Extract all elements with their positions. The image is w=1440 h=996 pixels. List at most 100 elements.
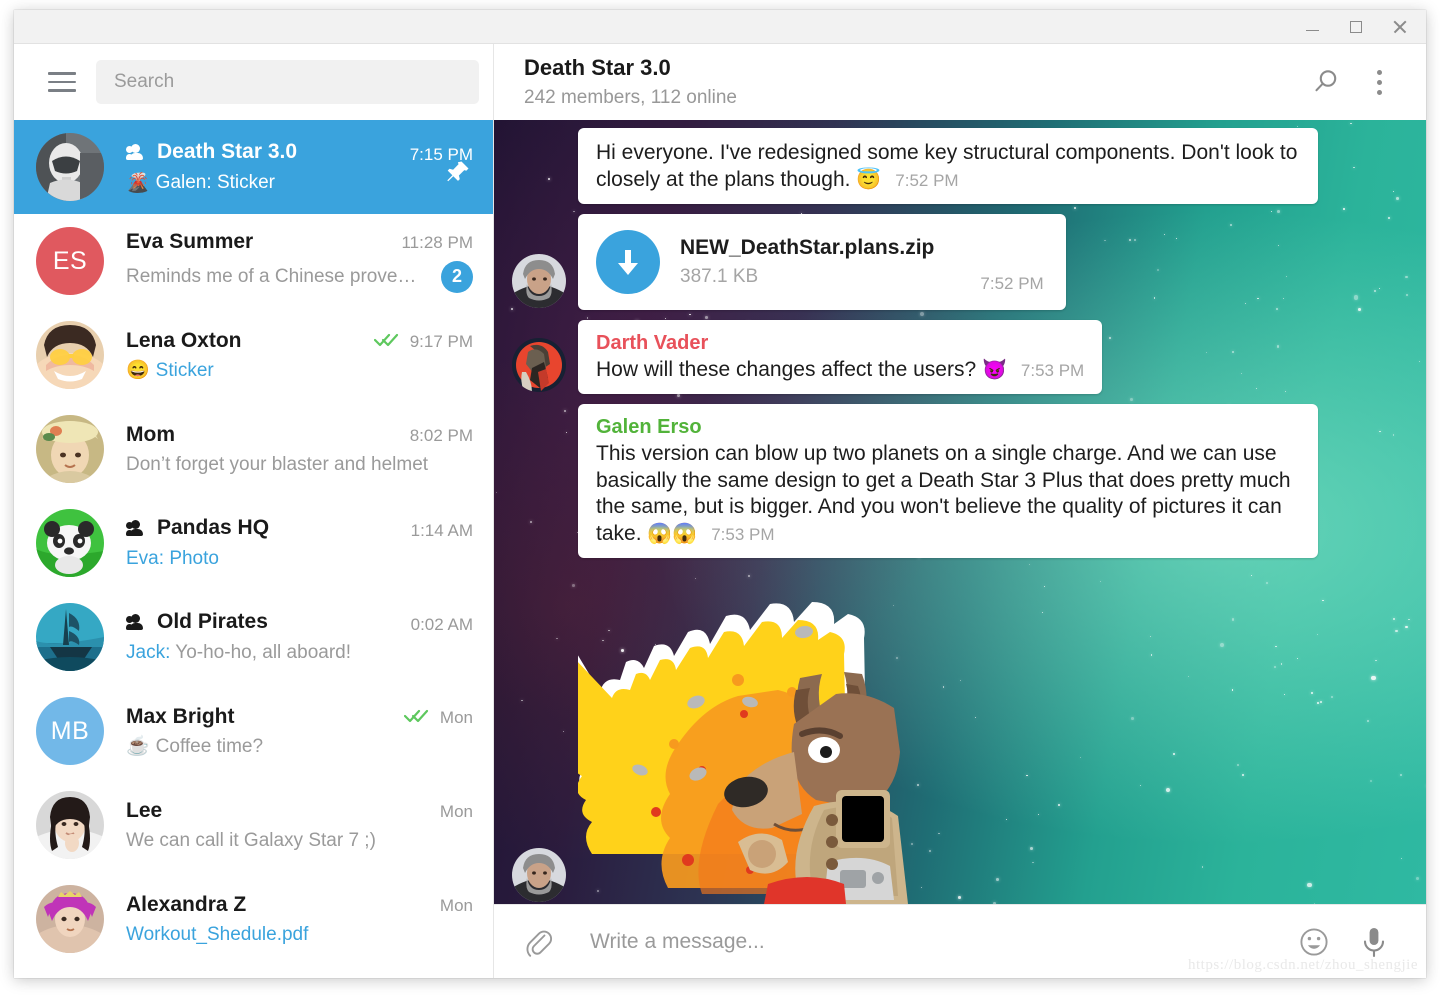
chat-item-content: Max Bright Mon ☕Coffee time? xyxy=(126,705,473,758)
chat-item-preview: We can call it Galaxy Star 7 ;) xyxy=(126,830,473,852)
more-vertical-icon xyxy=(1377,70,1382,95)
chat-list-item[interactable]: Alexandra Z Mon Workout_Shedule.pdf xyxy=(14,872,493,966)
chat-item-preview: Sticker xyxy=(156,360,473,382)
chat-item-name: Alexandra Z xyxy=(126,893,432,917)
message-list: Hi everyone. I've redesigned some key st… xyxy=(494,120,1426,904)
unread-badge: 2 xyxy=(441,261,473,293)
message-row: Hi everyone. I've redesigned some key st… xyxy=(512,128,1400,204)
emoji-button[interactable] xyxy=(1288,916,1340,968)
chat-item-name: Eva Summer xyxy=(126,230,393,254)
chat-item-topline: Pandas HQ1:14 AM xyxy=(126,516,473,541)
file-meta: NEW_DeathStar.plans.zip 387.1 KB xyxy=(680,236,934,288)
chat-item-content: Pandas HQ1:14 AM Eva: Photo xyxy=(126,516,473,570)
avatar xyxy=(36,791,104,859)
chat-item-name: Lena Oxton xyxy=(126,329,366,353)
avatar-spacer xyxy=(512,502,566,556)
message-bubble[interactable]: Darth VaderHow will these changes affect… xyxy=(578,320,1102,394)
file-message-bubble[interactable]: NEW_DeathStar.plans.zip387.1 KB7:52 PM xyxy=(578,214,1066,310)
chat-item-name: Mom xyxy=(126,423,402,447)
chat-item-preview: Galen: Sticker xyxy=(156,172,473,194)
message-row: Galen ErsoThis version can blow up two p… xyxy=(512,404,1400,559)
message-row: Darth VaderHow will these changes affect… xyxy=(512,320,1400,394)
chat-list-item[interactable]: Mom8:02 PM Don’t forget your blaster and … xyxy=(14,402,493,496)
minimize-button[interactable] xyxy=(1290,11,1334,43)
chat-item-preview-line: Jack: Yo-ho-ho, all aboard! xyxy=(126,642,473,664)
message-emoji: 😱😱 xyxy=(647,523,697,545)
chat-item-time: Mon xyxy=(440,802,473,822)
chat-item-time: 1:14 AM xyxy=(411,521,473,541)
chat-list[interactable]: Death Star 3.07:15 PM🌋Galen: Sticker ES Ev… xyxy=(14,120,493,978)
close-button[interactable] xyxy=(1378,11,1422,43)
message-time: 7:53 PM xyxy=(711,524,774,546)
file-name: NEW_DeathStar.plans.zip xyxy=(680,236,934,260)
avatar: MB xyxy=(36,697,104,765)
chat-item-preview-line: Eva: Photo xyxy=(126,548,473,570)
download-button[interactable] xyxy=(596,230,660,294)
chat-item-content: Alexandra Z Mon Workout_Shedule.pdf xyxy=(126,893,473,946)
maximize-button[interactable] xyxy=(1334,11,1378,43)
message-author[interactable]: Galen Erso xyxy=(596,416,1300,439)
chat-list-item[interactable]: ESEva Summer11:28 PMReminds me of a Chin… xyxy=(14,214,493,308)
chat-list-item[interactable]: Death Star 3.07:15 PM🌋Galen: Sticker xyxy=(14,120,493,214)
message-avatar xyxy=(512,848,566,902)
file-size: 387.1 KB xyxy=(680,266,934,288)
message-author[interactable]: Darth Vader xyxy=(596,332,1084,355)
chat-item-content: Lena Oxton9:17 PM😄Sticker xyxy=(126,329,473,382)
group-icon xyxy=(126,520,148,536)
chat-item-name: Max Bright xyxy=(126,705,396,729)
chat-list-item[interactable]: MB Max Bright Mon ☕Coffee time? xyxy=(14,684,493,778)
dog-explosion-sticker[interactable] xyxy=(578,574,938,904)
chat-item-preview: Don’t forget your blaster and helmet xyxy=(126,454,473,476)
window-titlebar xyxy=(14,10,1426,44)
minimize-icon xyxy=(1306,30,1319,32)
chat-item-time: Mon xyxy=(440,896,473,916)
pin-icon xyxy=(445,159,471,190)
chat-search-button[interactable] xyxy=(1298,55,1352,109)
search-box[interactable] xyxy=(96,60,479,104)
chat-item-topline: Mom8:02 PM xyxy=(126,423,473,447)
chat-item-preview: Workout_Shedule.pdf xyxy=(126,924,473,946)
chat-item-topline: Max Bright Mon xyxy=(126,705,473,729)
smiley-icon xyxy=(1296,924,1332,960)
message-emoji: 😇 xyxy=(856,169,881,191)
read-receipt-icon xyxy=(404,709,432,723)
paperclip-icon xyxy=(521,925,555,959)
message-avatar xyxy=(512,338,566,392)
search-input[interactable] xyxy=(114,71,461,93)
message-emoji: 😈 xyxy=(982,359,1007,381)
avatar: ES xyxy=(36,227,104,295)
message-text: How will these changes affect the users?… xyxy=(596,357,1084,384)
chat-item-preview-line: ☕Coffee time? xyxy=(126,736,473,758)
message-bubble[interactable]: Hi everyone. I've redesigned some key st… xyxy=(578,128,1318,204)
chat-list-item[interactable]: Old Pirates0:02 AM Jack: Yo-ho-ho, all ab… xyxy=(14,590,493,684)
chat-item-time: Mon xyxy=(440,708,473,728)
message-bubble[interactable]: Galen ErsoThis version can blow up two p… xyxy=(578,404,1318,559)
chat-item-topline: Old Pirates0:02 AM xyxy=(126,610,473,635)
chat-header: Death Star 3.0 242 members, 112 online xyxy=(494,44,1426,120)
chat-members-status: 242 members, 112 online xyxy=(524,87,1298,109)
read-receipt-icon xyxy=(374,333,402,347)
telegram-window: Death Star 3.07:15 PM🌋Galen: Sticker ES Ev… xyxy=(14,10,1426,978)
search-icon xyxy=(1310,67,1340,97)
chat-item-topline: Eva Summer11:28 PM xyxy=(126,230,473,254)
attach-button[interactable] xyxy=(512,916,564,968)
chat-menu-button[interactable] xyxy=(1352,55,1406,109)
message-area[interactable]: Hi everyone. I've redesigned some key st… xyxy=(494,120,1426,904)
voice-button[interactable] xyxy=(1348,916,1400,968)
chat-list-item[interactable]: Lena Oxton9:17 PM😄Sticker xyxy=(14,308,493,402)
message-input[interactable] xyxy=(572,930,1280,954)
chat-header-titles[interactable]: Death Star 3.0 242 members, 112 online xyxy=(524,55,1298,109)
chat-item-content: Mom8:02 PM Don’t forget your blaster and … xyxy=(126,423,473,476)
chat-item-preview-line: 😄Sticker xyxy=(126,360,473,382)
group-icon xyxy=(126,144,148,160)
chat-list-item[interactable]: Pandas HQ1:14 AM Eva: Photo xyxy=(14,496,493,590)
avatar xyxy=(36,603,104,671)
avatar xyxy=(36,885,104,953)
maximize-icon xyxy=(1350,21,1362,33)
menu-icon[interactable] xyxy=(40,60,84,104)
chat-item-preview: Jack: Yo-ho-ho, all aboard! xyxy=(126,642,473,664)
chat-list-item[interactable]: LeeMonWe can call it Galaxy Star 7 ;) xyxy=(14,778,493,872)
window-body: Death Star 3.07:15 PM🌋Galen: Sticker ES Ev… xyxy=(14,44,1426,978)
sidebar-toolbar xyxy=(14,44,493,120)
sticker-message[interactable] xyxy=(512,574,1400,904)
